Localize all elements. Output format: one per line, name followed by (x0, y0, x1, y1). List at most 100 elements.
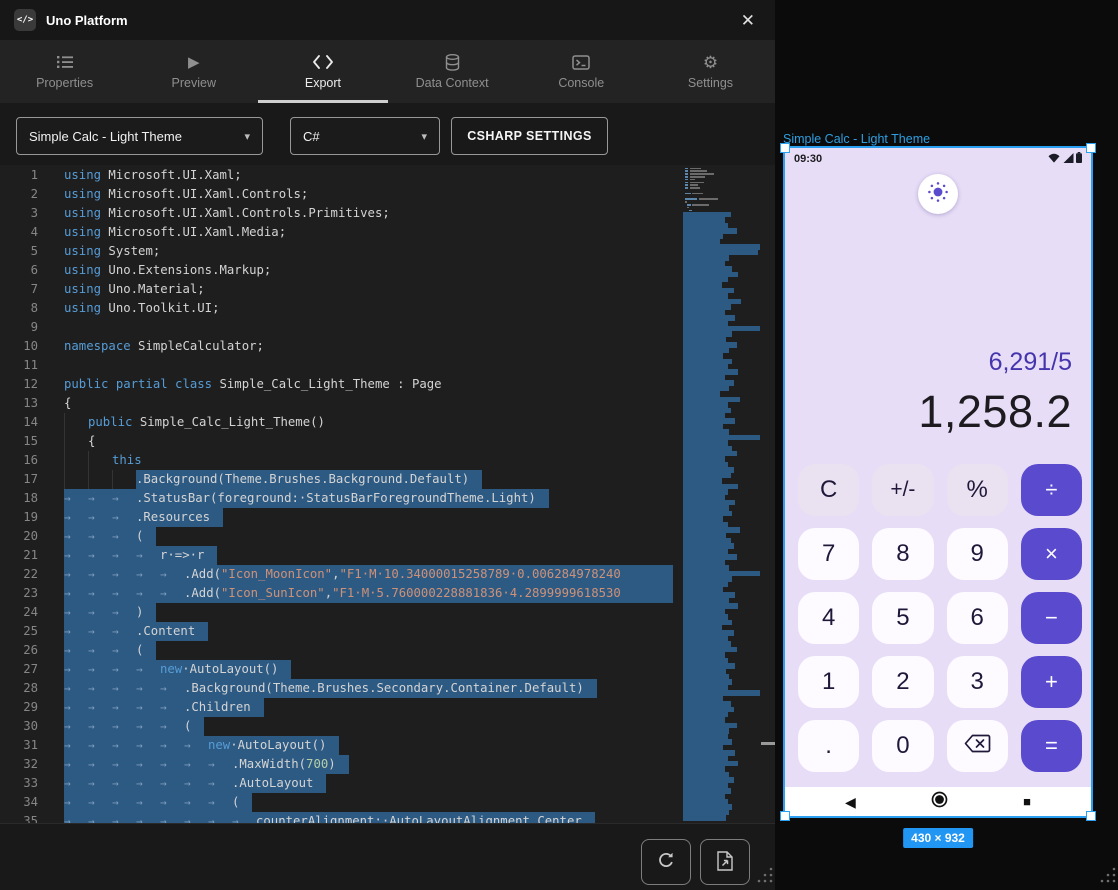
line-number: 24 (0, 603, 38, 622)
code-line: 31→→→→→→new·AutoLayout() (0, 736, 673, 755)
battery-icon (1076, 152, 1082, 166)
scrollbar-thumb[interactable] (761, 742, 775, 745)
tab-settings[interactable]: ⚙ Settings (646, 40, 775, 103)
phone-preview[interactable]: 09:30 6,291/5 1,258.2 C+/-%÷789×456−123+… (783, 146, 1093, 818)
close-icon[interactable]: ✕ (735, 10, 761, 31)
csharp-settings-button[interactable]: CSHARP SETTINGS (451, 117, 608, 155)
code-line: 18→→→.StatusBar(foreground:·StatusBarFor… (0, 489, 673, 508)
line-number: 19 (0, 508, 38, 527)
calc-key-4[interactable]: 4 (798, 592, 859, 644)
code-line: 32→→→→→→→.MaxWidth(700) (0, 755, 673, 774)
tab-data-context[interactable]: Data Context (388, 40, 517, 103)
canvas-element-label: Simple Calc - Light Theme (783, 132, 930, 146)
resize-grip-icon[interactable] (757, 867, 773, 888)
code-line: 4using Microsoft.UI.Xaml.Media; (0, 223, 673, 242)
chevron-down-icon: ▾ (421, 130, 427, 143)
code-line: 27→→→→new·AutoLayout() (0, 660, 673, 679)
play-icon: ▶ (188, 53, 200, 71)
tab-export[interactable]: Export (258, 40, 387, 103)
tabbar: Properties ▶ Preview Export Data Context… (0, 40, 775, 103)
tab-label: Export (305, 76, 341, 90)
line-number: 17 (0, 470, 38, 489)
window-title: Uno Platform (46, 13, 128, 28)
tab-label: Data Context (416, 76, 489, 90)
line-number: 8 (0, 299, 38, 318)
line-number: 35 (0, 812, 38, 823)
editor-footer (0, 823, 775, 890)
calc-key-%[interactable]: % (947, 464, 1008, 516)
code-line: 28→→→→→.Background(Theme.Brushes.Seconda… (0, 679, 673, 698)
backspace-icon (964, 732, 991, 760)
export-file-button[interactable] (700, 839, 750, 885)
nav-home-icon[interactable] (931, 791, 948, 812)
code-line: 12public partial class Simple_Calc_Light… (0, 375, 673, 394)
calc-key-.[interactable]: . (798, 720, 859, 772)
refresh-icon (656, 851, 676, 874)
minimap[interactable] (683, 167, 760, 821)
language-dropdown[interactable]: C# ▾ (290, 117, 440, 155)
line-number: 5 (0, 242, 38, 261)
calc-key-6[interactable]: 6 (947, 592, 1008, 644)
calc-key-÷[interactable]: ÷ (1021, 464, 1082, 516)
phone-status-bar: 09:30 (785, 148, 1091, 170)
line-number: 11 (0, 356, 38, 375)
code-line: 34→→→→→→→( (0, 793, 673, 812)
calc-expression: 6,291/5 (918, 348, 1072, 377)
theme-dropdown-value: Simple Calc - Light Theme (29, 129, 182, 144)
theme-toggle-button[interactable] (918, 174, 958, 214)
code-content[interactable]: 1using Microsoft.UI.Xaml;2using Microsof… (0, 166, 673, 823)
line-number: 1 (0, 166, 38, 185)
calc-key-×[interactable]: × (1021, 528, 1082, 580)
refresh-button[interactable] (641, 839, 691, 885)
nav-back-icon[interactable]: ◀ (845, 795, 856, 809)
calc-key-2[interactable]: 2 (872, 656, 933, 708)
code-line: 7using Uno.Material; (0, 280, 673, 299)
theme-dropdown[interactable]: Simple Calc - Light Theme ▾ (16, 117, 263, 155)
calc-key-9[interactable]: 9 (947, 528, 1008, 580)
line-number: 13 (0, 394, 38, 413)
line-number: 9 (0, 318, 38, 337)
selection-handle[interactable] (1086, 143, 1096, 153)
code-line: 30→→→→→( (0, 717, 673, 736)
selection-handle[interactable] (780, 143, 790, 153)
code-editor[interactable]: 1using Microsoft.UI.Xaml;2using Microsof… (0, 165, 775, 823)
line-number: 15 (0, 432, 38, 451)
line-number: 20 (0, 527, 38, 546)
calc-key-5[interactable]: 5 (872, 592, 933, 644)
tab-preview[interactable]: ▶ Preview (129, 40, 258, 103)
resize-grip-icon[interactable] (1100, 867, 1116, 888)
calc-key-1[interactable]: 1 (798, 656, 859, 708)
file-export-icon (717, 851, 733, 874)
tab-console[interactable]: Console (517, 40, 646, 103)
calc-key-=[interactable]: = (1021, 720, 1082, 772)
nav-recents-icon[interactable]: ■ (1023, 795, 1031, 808)
chevron-down-icon: ▾ (244, 130, 250, 143)
calc-key-+[interactable]: + (1021, 656, 1082, 708)
tab-label: Properties (36, 76, 93, 90)
calc-key-3[interactable]: 3 (947, 656, 1008, 708)
uno-platform-window: </> Uno Platform ✕ Properties ▶ Preview … (0, 0, 775, 890)
code-line: 10namespace SimpleCalculator; (0, 337, 673, 356)
line-number: 30 (0, 717, 38, 736)
line-number: 26 (0, 641, 38, 660)
line-number: 10 (0, 337, 38, 356)
calc-key-+/-[interactable]: +/- (872, 464, 933, 516)
calc-key-C[interactable]: C (798, 464, 859, 516)
line-number: 3 (0, 204, 38, 223)
code-line: 6using Uno.Extensions.Markup; (0, 261, 673, 280)
selection-handle[interactable] (780, 811, 790, 821)
code-line: 1using Microsoft.UI.Xaml; (0, 166, 673, 185)
terminal-icon (572, 53, 590, 71)
code-line: 21→→→→r·=>·r (0, 546, 673, 565)
tab-properties[interactable]: Properties (0, 40, 129, 103)
calc-key-8[interactable]: 8 (872, 528, 933, 580)
code-line: 25→→→.Content (0, 622, 673, 641)
code-line: 2using Microsoft.UI.Xaml.Controls; (0, 185, 673, 204)
calc-key-7[interactable]: 7 (798, 528, 859, 580)
selection-handle[interactable] (1086, 811, 1096, 821)
status-time: 09:30 (794, 153, 822, 165)
calc-key-−[interactable]: − (1021, 592, 1082, 644)
database-icon (445, 53, 460, 71)
calc-key-⌫[interactable] (947, 720, 1008, 772)
calc-key-0[interactable]: 0 (872, 720, 933, 772)
